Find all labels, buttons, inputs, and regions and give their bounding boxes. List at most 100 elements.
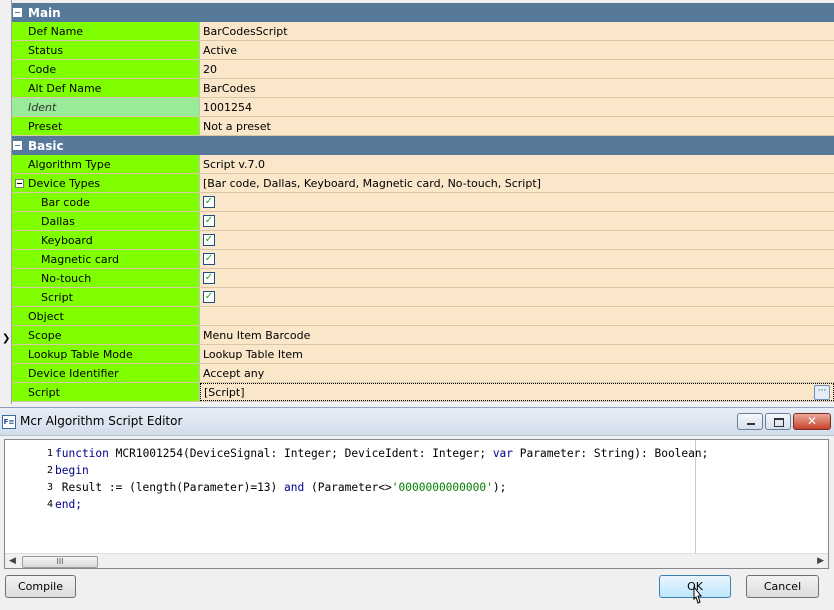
property-name: Device Types xyxy=(12,174,200,192)
property-row[interactable]: Device Identifier Accept any xyxy=(12,364,834,383)
code-line[interactable]: function MCR1001254(DeviceSignal: Intege… xyxy=(55,445,708,462)
code-editor[interactable]: 1 2 3 4 function MCR1001254(DeviceSignal: I… xyxy=(4,439,829,569)
property-row[interactable]: Bar code ✓ xyxy=(12,193,834,212)
property-name: Algorithm Type xyxy=(12,155,200,173)
property-value-text: Lookup Table Item xyxy=(203,347,303,361)
line-number-gutter: 1 2 3 4 xyxy=(5,440,55,553)
scroll-right-icon[interactable]: ▶ xyxy=(817,556,824,566)
property-name-label: Device Types xyxy=(28,176,101,190)
property-name-label: Scope xyxy=(28,328,62,342)
property-row[interactable]: Keyboard ✓ xyxy=(12,231,834,250)
editor-titlebar[interactable]: F≡ Mcr Algorithm Script Editor ✕ xyxy=(0,408,834,436)
code-token: Result := (length(Parameter)=13) xyxy=(55,481,285,494)
collapse-icon[interactable] xyxy=(15,179,24,188)
property-value[interactable]: Lookup Table Item xyxy=(200,345,834,363)
property-row[interactable]: Script ✓ xyxy=(12,288,834,307)
checkbox[interactable]: ✓ xyxy=(203,196,215,208)
category-label: Main xyxy=(28,5,61,20)
checkbox[interactable]: ✓ xyxy=(203,234,215,246)
scroll-left-icon[interactable]: ◀ xyxy=(9,556,16,566)
property-row[interactable]: No-touch ✓ xyxy=(12,269,834,288)
property-name-label: Magnetic card xyxy=(41,252,119,266)
mouse-cursor-icon xyxy=(693,586,703,604)
category-label: Basic xyxy=(28,138,64,153)
property-row[interactable]: Algorithm Type Script v.7.0 xyxy=(12,155,834,174)
property-value[interactable]: Active xyxy=(200,41,834,59)
property-value-text: Active xyxy=(203,43,238,57)
property-name: Script xyxy=(12,383,200,401)
property-value[interactable]: [Script] ··· xyxy=(200,383,834,401)
property-name-label: Device Identifier xyxy=(28,366,119,380)
property-name-label: Dallas xyxy=(41,214,75,228)
collapse-icon[interactable] xyxy=(13,141,22,150)
code-keyword: begin xyxy=(55,464,89,477)
property-value[interactable]: Menu Item Barcode xyxy=(200,326,834,344)
maximize-button[interactable] xyxy=(765,413,791,430)
property-row[interactable]: Object xyxy=(12,307,834,326)
property-name: Keyboard xyxy=(12,231,200,249)
code-token: MCR1001254(DeviceSignal: Integer; Device… xyxy=(108,447,493,460)
cancel-button[interactable]: Cancel xyxy=(746,575,819,598)
property-row[interactable]: Preset Not a preset xyxy=(12,117,834,136)
property-value[interactable]: ✓ xyxy=(200,269,834,287)
code-line[interactable]: Result := (length(Parameter)=13) and (Pa… xyxy=(55,479,507,496)
horizontal-scrollbar[interactable]: ◀ III ▶ xyxy=(5,553,828,568)
code-line[interactable]: begin xyxy=(55,462,89,479)
property-value[interactable]: Script v.7.0 xyxy=(200,155,834,173)
property-name-label: Script xyxy=(28,385,60,399)
property-row[interactable]: Dallas ✓ xyxy=(12,212,834,231)
property-value[interactable]: Accept any xyxy=(200,364,834,382)
property-row[interactable]: Ident 1001254 xyxy=(12,98,834,117)
property-row[interactable]: Lookup Table Mode Lookup Table Item xyxy=(12,345,834,364)
property-grid: ❯ Main Def Name BarCodesScript Status Active… xyxy=(0,0,834,404)
property-name: Script xyxy=(12,288,200,306)
property-name-label: Bar code xyxy=(41,195,90,209)
property-row[interactable]: Alt Def Name BarCodes xyxy=(12,79,834,98)
property-value[interactable]: ✓ xyxy=(200,212,834,230)
property-value[interactable]: ✓ xyxy=(200,193,834,211)
code-line[interactable]: end; xyxy=(55,496,82,513)
code-text[interactable]: function MCR1001254(DeviceSignal: Intege… xyxy=(55,440,815,553)
compile-button[interactable]: Compile xyxy=(5,575,76,598)
property-name-label: Keyboard xyxy=(41,233,93,247)
property-name: Alt Def Name xyxy=(12,79,200,97)
ellipsis-button[interactable]: ··· xyxy=(814,385,830,400)
checkbox[interactable]: ✓ xyxy=(203,253,215,265)
property-value[interactable]: [Bar code, Dallas, Keyboard, Magnetic ca… xyxy=(200,174,834,192)
property-value[interactable]: ✓ xyxy=(200,250,834,268)
property-value-text: BarCodesScript xyxy=(203,24,288,38)
property-row[interactable]: Status Active xyxy=(12,41,834,60)
property-name: Code xyxy=(12,60,200,78)
property-value-text: Not a preset xyxy=(203,119,271,133)
property-value[interactable]: 20 xyxy=(200,60,834,78)
close-button[interactable]: ✕ xyxy=(793,413,831,430)
property-row[interactable]: Device Types [Bar code, Dallas, Keyboard,… xyxy=(12,174,834,193)
line-number: 2 xyxy=(46,465,53,476)
property-value[interactable] xyxy=(200,307,834,325)
property-value[interactable]: 1001254 xyxy=(200,98,834,116)
property-row[interactable]: Scope Menu Item Barcode xyxy=(12,326,834,345)
script-editor-window: F≡ Mcr Algorithm Script Editor ✕ 1 2 3 4 fu… xyxy=(0,407,834,610)
property-value[interactable]: Not a preset xyxy=(200,117,834,135)
property-value[interactable]: BarCodesScript xyxy=(200,22,834,40)
property-value[interactable]: ✓ xyxy=(200,288,834,306)
property-row[interactable]: Def Name BarCodesScript xyxy=(12,22,834,41)
app-icon: F≡ xyxy=(2,415,16,429)
scroll-thumb[interactable]: III xyxy=(22,556,98,568)
minimize-button[interactable] xyxy=(737,413,763,430)
checkbox[interactable]: ✓ xyxy=(203,291,215,303)
property-row[interactable]: Code 20 xyxy=(12,60,834,79)
property-value[interactable]: BarCodes xyxy=(200,79,834,97)
property-name-label: No-touch xyxy=(41,271,92,285)
property-name-label: Object xyxy=(28,309,64,323)
code-token: (Parameter<> xyxy=(304,481,392,494)
checkbox[interactable]: ✓ xyxy=(203,215,215,227)
category-basic[interactable]: Basic xyxy=(12,136,834,155)
collapse-icon[interactable] xyxy=(13,8,22,17)
property-value[interactable]: ✓ xyxy=(200,231,834,249)
code-token: Parameter: String): Boolean; xyxy=(513,447,709,460)
property-row[interactable]: Magnetic card ✓ xyxy=(12,250,834,269)
property-row[interactable]: Script [Script] ··· xyxy=(12,383,834,402)
checkbox[interactable]: ✓ xyxy=(203,272,215,284)
category-main[interactable]: Main xyxy=(12,3,834,22)
